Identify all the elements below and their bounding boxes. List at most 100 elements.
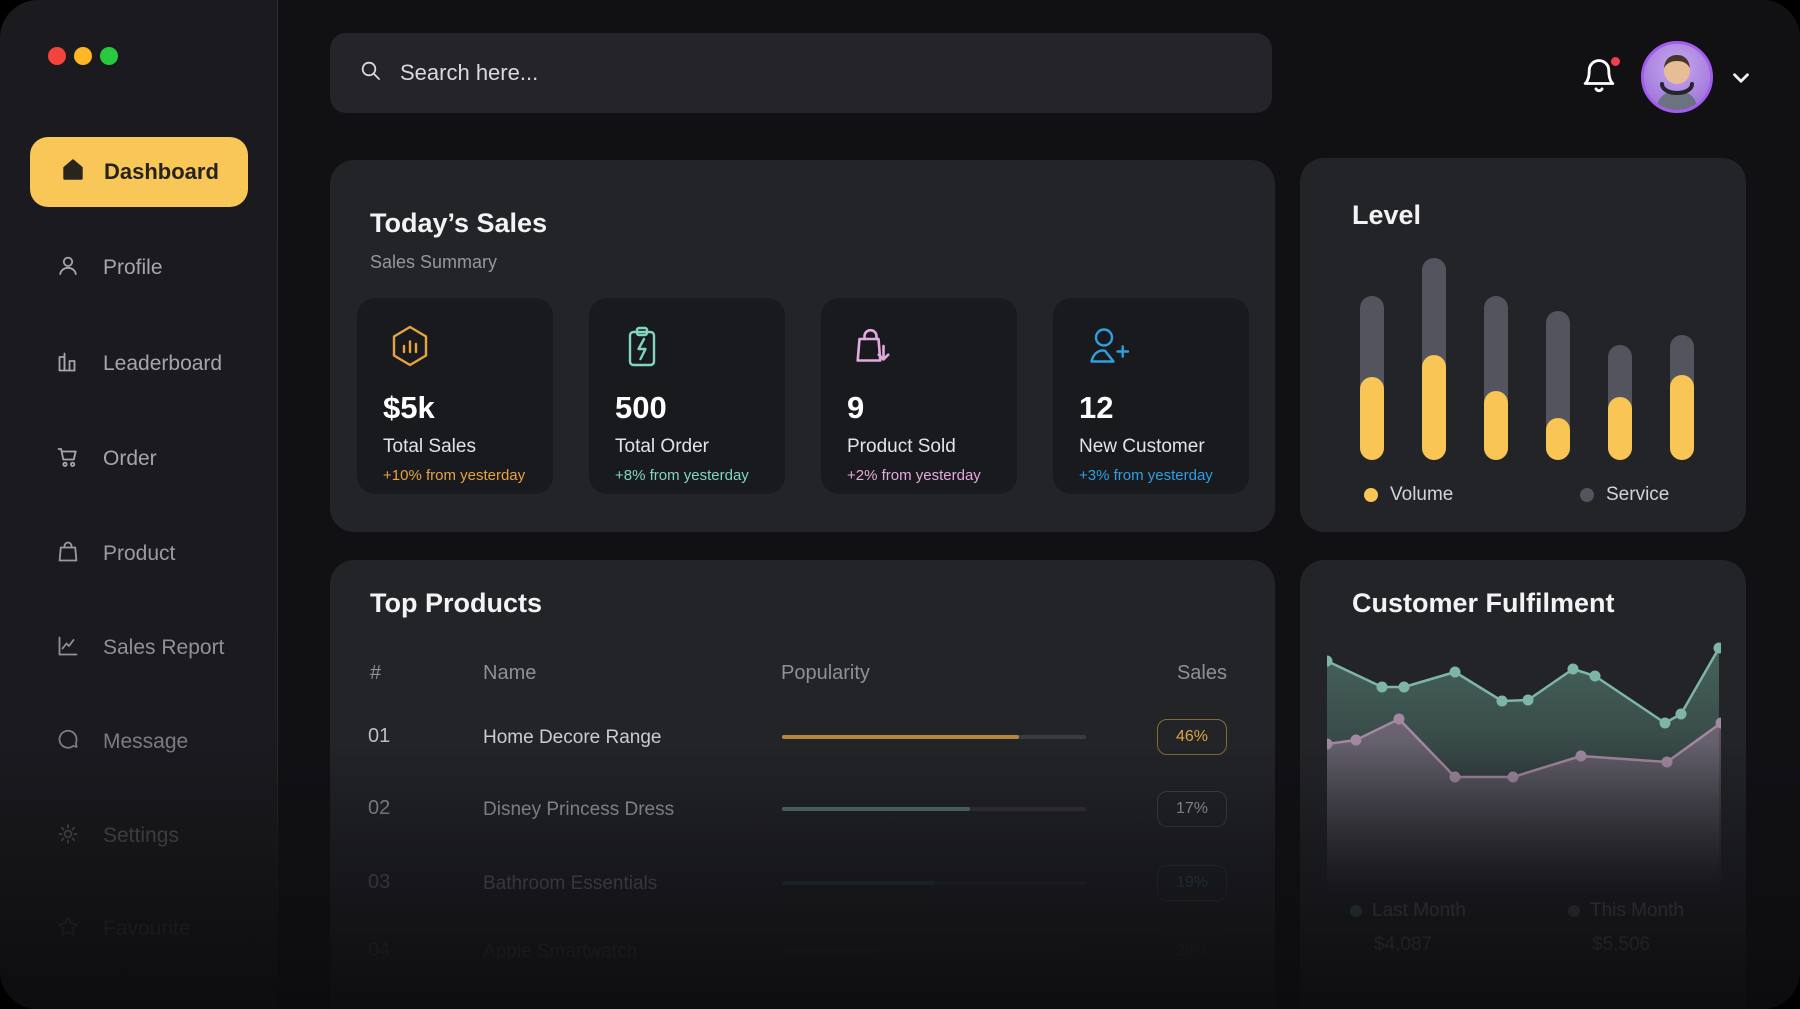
stat-label: New Customer bbox=[1079, 436, 1205, 458]
level-bar bbox=[1670, 258, 1694, 460]
level-bar bbox=[1360, 258, 1384, 460]
fulfilment-area-chart bbox=[1327, 640, 1721, 905]
stat-value: 9 bbox=[847, 390, 864, 426]
product-name: Bathroom Essentials bbox=[483, 873, 657, 895]
stat-card-total-order: 500 Total Order +8% from yesterday bbox=[589, 298, 785, 494]
level-bar bbox=[1484, 258, 1508, 460]
sales-badge: 19% bbox=[1157, 865, 1227, 901]
sales-badge: 46% bbox=[1157, 719, 1227, 755]
row-number: 02 bbox=[368, 797, 390, 820]
service-legend-label: Service bbox=[1606, 484, 1669, 506]
stat-label: Product Sold bbox=[847, 436, 956, 458]
sidebar-item-label: Product bbox=[103, 542, 175, 566]
sidebar-divider bbox=[277, 0, 278, 1009]
hexagon-bars-icon bbox=[381, 320, 439, 383]
sidebar-item-dashboard[interactable]: Dashboard bbox=[30, 137, 248, 207]
stat-value: 500 bbox=[615, 390, 667, 426]
bag-icon bbox=[55, 539, 81, 570]
todays-sales-title: Today’s Sales bbox=[370, 208, 547, 239]
line-chart-icon bbox=[55, 633, 81, 664]
gear-icon bbox=[55, 821, 81, 852]
sidebar-item-sales-report[interactable]: Sales Report bbox=[42, 625, 252, 671]
sidebar-item-label: Leaderboard bbox=[103, 352, 222, 376]
popularity-track bbox=[782, 949, 1086, 953]
sidebar-item-label: Profile bbox=[103, 256, 163, 280]
legend-service: Service bbox=[1580, 484, 1669, 506]
stat-label: Total Order bbox=[615, 436, 709, 458]
top-products-card: Top Products # Name Popularity Sales 01 … bbox=[330, 560, 1275, 1009]
stat-card-product-sold: 9 Product Sold +2% from yesterday bbox=[821, 298, 1017, 494]
search-input[interactable] bbox=[400, 60, 1244, 86]
popularity-track bbox=[782, 735, 1086, 739]
stat-delta: +10% from yesterday bbox=[383, 467, 525, 484]
stat-delta: +8% from yesterday bbox=[615, 467, 749, 484]
star-icon bbox=[55, 914, 81, 945]
level-title: Level bbox=[1352, 200, 1421, 231]
legend-this-month: This Month bbox=[1568, 900, 1684, 922]
sidebar-item-message[interactable]: Message bbox=[42, 719, 252, 765]
row-number: 01 bbox=[368, 725, 390, 748]
level-card: Level Volume Service bbox=[1300, 158, 1746, 532]
stat-label: Total Sales bbox=[383, 436, 476, 458]
stat-value: 12 bbox=[1079, 390, 1113, 426]
todays-sales-card: Today’s Sales Sales Summary $5k Total Sa… bbox=[330, 160, 1275, 532]
sidebar-item-label: Favourite bbox=[103, 917, 191, 941]
bag-arrow-down-icon bbox=[845, 320, 903, 383]
volume-legend-label: Volume bbox=[1390, 484, 1453, 506]
volume-legend-dot bbox=[1364, 488, 1378, 502]
user-plus-icon bbox=[1077, 320, 1135, 383]
column-header-number: # bbox=[370, 662, 381, 685]
sidebar-item-label: Order bbox=[103, 447, 157, 471]
sidebar-item-leaderboard[interactable]: Leaderboard bbox=[42, 341, 252, 387]
todays-sales-subtitle: Sales Summary bbox=[370, 252, 497, 273]
column-header-name: Name bbox=[483, 662, 536, 685]
level-bar bbox=[1608, 258, 1632, 460]
user-icon bbox=[55, 253, 81, 284]
sidebar-item-label: Dashboard bbox=[104, 159, 219, 185]
table-row: 03 Bathroom Essentials 19% bbox=[330, 861, 1275, 905]
sidebar-item-favourite[interactable]: Favourite bbox=[42, 906, 252, 952]
fulfilment-legend: Last Month $4,087 This Month $5,506 bbox=[1300, 900, 1746, 970]
this-month-label: This Month bbox=[1590, 900, 1684, 922]
search-bar[interactable] bbox=[330, 33, 1272, 113]
popularity-fill bbox=[782, 735, 1019, 739]
app-window: Dashboard Profile Leaderboard Order Prod… bbox=[0, 0, 1800, 1009]
chat-icon bbox=[55, 727, 81, 758]
sidebar-item-order[interactable]: Order bbox=[42, 436, 252, 482]
row-number: 03 bbox=[368, 871, 390, 894]
notification-badge bbox=[1609, 55, 1622, 68]
popularity-track bbox=[782, 807, 1086, 811]
row-number: 04 bbox=[368, 939, 390, 962]
sidebar-item-label: Message bbox=[103, 730, 188, 754]
bar-chart-icon bbox=[55, 349, 81, 380]
popularity-fill bbox=[782, 881, 934, 885]
sidebar-item-profile[interactable]: Profile bbox=[42, 245, 252, 291]
sidebar-item-settings[interactable]: Settings bbox=[42, 813, 252, 859]
stat-card-new-customer: 12 New Customer +3% from yesterday bbox=[1053, 298, 1249, 494]
last-month-legend-dot bbox=[1350, 905, 1362, 917]
avatar-image bbox=[1644, 44, 1710, 110]
traffic-light-minimize[interactable] bbox=[74, 47, 92, 65]
popularity-fill bbox=[782, 949, 873, 953]
traffic-light-zoom[interactable] bbox=[100, 47, 118, 65]
product-name: Apple Smartwatch bbox=[483, 941, 637, 963]
this-month-legend-dot bbox=[1568, 905, 1580, 917]
sales-badge: 17% bbox=[1157, 791, 1227, 827]
traffic-light-close[interactable] bbox=[48, 47, 66, 65]
user-avatar[interactable] bbox=[1641, 41, 1713, 113]
popularity-track bbox=[782, 881, 1086, 885]
sidebar-item-product[interactable]: Product bbox=[42, 531, 252, 577]
level-bar bbox=[1422, 258, 1446, 460]
legend-volume: Volume bbox=[1364, 484, 1453, 506]
popularity-fill bbox=[782, 807, 970, 811]
sidebar-item-label: Settings bbox=[103, 824, 179, 848]
service-legend-dot bbox=[1580, 488, 1594, 502]
stat-card-total-sales: $5k Total Sales +10% from yesterday bbox=[357, 298, 553, 494]
last-month-label: Last Month bbox=[1372, 900, 1466, 922]
table-row: 02 Disney Princess Dress 17% bbox=[330, 787, 1275, 831]
stat-delta: +3% from yesterday bbox=[1079, 467, 1213, 484]
notification-bell-button[interactable] bbox=[1578, 55, 1624, 101]
column-header-sales: Sales bbox=[1127, 662, 1227, 685]
chevron-down-icon[interactable] bbox=[1727, 64, 1755, 97]
product-name: Disney Princess Dress bbox=[483, 799, 674, 821]
